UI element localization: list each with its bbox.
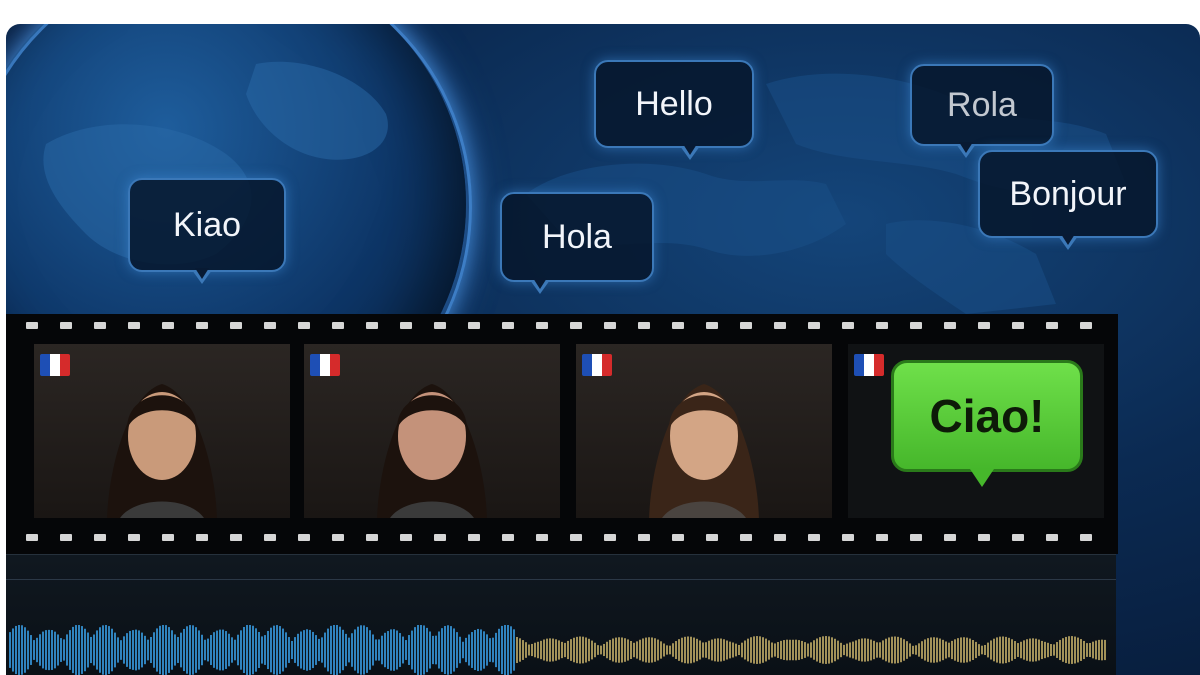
bubble-tail bbox=[956, 142, 976, 158]
speaker-portrait bbox=[107, 384, 217, 518]
speaker-portrait bbox=[377, 384, 487, 518]
hero-illustration: Kiao Hello Rola Hola Bonjour Ciao! bbox=[6, 24, 1200, 675]
flag-icon bbox=[40, 354, 70, 376]
audio-waveform-icon bbox=[9, 625, 1106, 675]
bubble-text: Hola bbox=[542, 217, 612, 256]
bubble-tail bbox=[680, 144, 700, 160]
bubble-text: Kiao bbox=[172, 205, 242, 244]
bubble-tail bbox=[192, 268, 212, 284]
speech-bubble-rola: Rola bbox=[910, 64, 1054, 158]
speech-bubble-hello: Hello bbox=[594, 60, 754, 160]
bubble-tail bbox=[530, 278, 550, 294]
video-frame-3 bbox=[576, 344, 832, 518]
bubble-tail bbox=[1058, 234, 1078, 250]
audio-timeline bbox=[6, 554, 1116, 675]
video-frame-2 bbox=[304, 344, 560, 518]
speech-bubble-ciao: Ciao! bbox=[891, 360, 1083, 487]
flag-icon bbox=[310, 354, 340, 376]
timeline-ruler bbox=[6, 565, 1116, 580]
flag-icon bbox=[854, 354, 884, 376]
speech-bubble-bonjour: Bonjour bbox=[978, 150, 1158, 250]
film-perforations-bottom bbox=[6, 534, 1118, 546]
speaker-portrait bbox=[649, 384, 759, 518]
bubble-text: Ciao! bbox=[929, 390, 1045, 442]
speech-bubble-kiao: Kiao bbox=[128, 178, 286, 284]
bubble-tail bbox=[970, 469, 994, 487]
bubble-text: Hello bbox=[635, 84, 713, 123]
film-perforations-top bbox=[6, 322, 1118, 334]
flag-icon bbox=[582, 354, 612, 376]
bubble-text: Rola bbox=[947, 85, 1017, 124]
speech-bubble-hola: Hola bbox=[500, 192, 654, 294]
bubble-text: Bonjour bbox=[1009, 174, 1127, 213]
video-frame-1 bbox=[34, 344, 290, 518]
